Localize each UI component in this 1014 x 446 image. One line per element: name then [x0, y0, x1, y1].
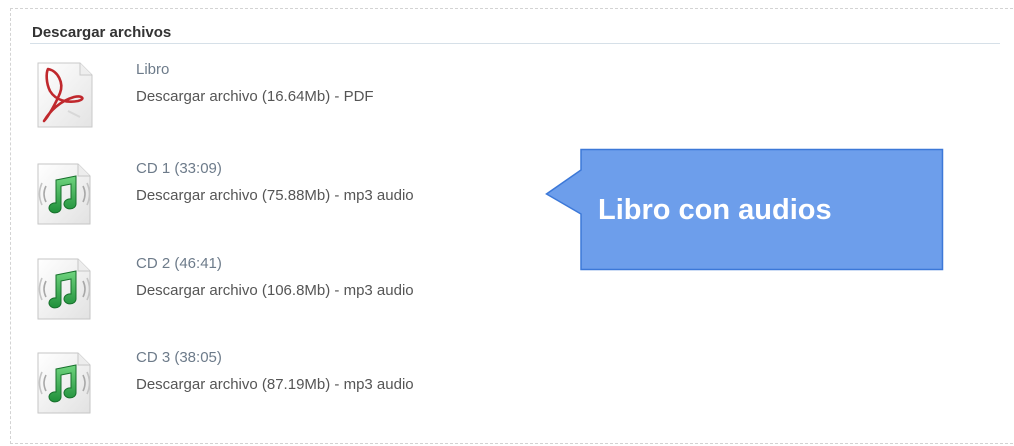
title-divider [30, 43, 1000, 44]
file-item-cd1: CD 1 (33:09) Descargar archivo (75.88Mb)… [34, 160, 504, 230]
pdf-document-icon[interactable] [34, 61, 94, 129]
audio-file-icon[interactable] [34, 160, 94, 228]
audio-file-icon[interactable] [34, 255, 94, 323]
download-link-cd1[interactable]: Descargar archivo (75.88Mb) - mp3 audio [136, 187, 414, 204]
audio-file-icon[interactable] [34, 349, 94, 417]
file-name-libro: Libro [136, 61, 170, 78]
file-name-cd1: CD 1 (33:09) [136, 160, 222, 177]
file-item-cd2: CD 2 (46:41) Descargar archivo (106.8Mb)… [34, 255, 504, 325]
section-title: Descargar archivos [32, 24, 172, 41]
file-item-libro: Libro Descargar archivo (16.64Mb) - PDF [34, 61, 504, 131]
file-item-cd3: CD 3 (38:05) Descargar archivo (87.19Mb)… [34, 349, 504, 419]
callout-text: Libro con audios [598, 194, 832, 226]
download-link-libro[interactable]: Descargar archivo (16.64Mb) - PDF [136, 88, 374, 105]
download-link-cd3[interactable]: Descargar archivo (87.19Mb) - mp3 audio [136, 376, 414, 393]
file-name-cd3: CD 3 (38:05) [136, 349, 222, 366]
download-link-cd2[interactable]: Descargar archivo (106.8Mb) - mp3 audio [136, 282, 414, 299]
file-name-cd2: CD 2 (46:41) [136, 255, 222, 272]
